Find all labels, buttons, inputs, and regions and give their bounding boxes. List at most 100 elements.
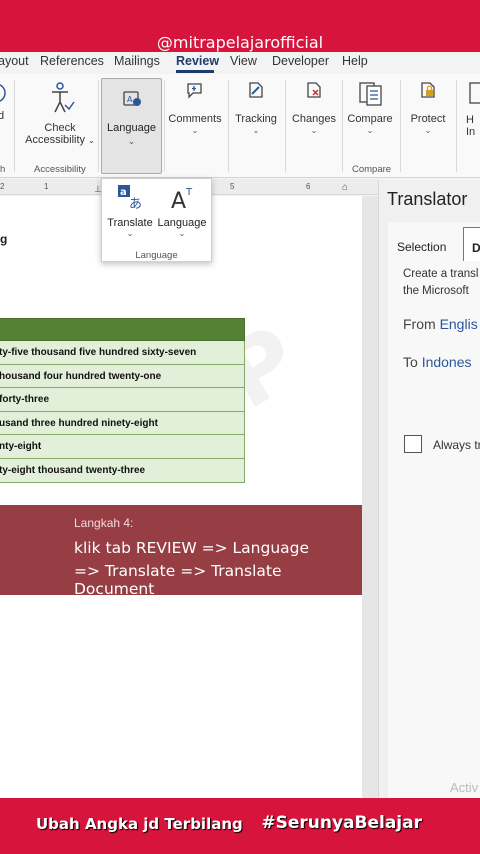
from-language-value[interactable]: Englis [440,316,478,332]
translator-title: Translator [387,189,468,209]
ribbon-separator [14,80,15,172]
ribbon-button-partial-left[interactable]: d [0,80,8,122]
table-row: housand four hundred twenty-one [0,364,245,389]
review-ribbon: d h Check Accessibility ⌄ Accessibility … [0,74,480,178]
ribbon-separator [98,80,99,172]
document-page[interactable]: g P ty-five thousand five hundred sixty-… [0,196,365,798]
tab-mailings[interactable]: Mailings [114,54,160,68]
compare-icon [359,82,382,106]
comments-button[interactable]: Comments ⌄ [166,80,224,135]
check-accessibility-button[interactable]: Check Accessibility ⌄ [22,80,98,146]
compare-label: Compare [347,113,393,125]
ruler-number: 1 [44,182,49,191]
top-overlay-bar: @mitrapelajarofficial [0,0,480,56]
to-label: To [403,354,418,370]
ribbon-separator [228,80,229,172]
language-menu-button[interactable]: A T Language ⌄ [156,183,208,238]
ribbon-separator [164,80,165,172]
group-label-accessibility: Accessibility [34,164,86,175]
lock-icon [421,82,435,98]
chevron-down-icon: ⌄ [366,126,374,135]
always-translate-checkbox[interactable] [404,435,422,453]
tracking-button[interactable]: Tracking ⌄ [230,80,282,135]
language-font-icon: A T [171,187,193,211]
partial-left-label: d [0,110,5,122]
reject-change-icon [307,82,321,98]
tab-references[interactable]: References [40,54,104,68]
ribbon-button-partial-right[interactable]: H In [466,80,480,138]
activate-watermark: Activ [450,780,479,795]
chevron-down-icon: ⌄ [252,126,260,135]
language-dropdown: a あ Translate ⌄ A T Language ⌄ Language [101,178,212,262]
track-changes-icon [249,82,263,98]
protect-label: Protect [410,113,446,125]
chevron-down-icon: ⌄ [127,136,136,146]
ruler-number: 2 [0,182,5,191]
bottom-overlay-bar: Ubah Angka jd Terbilang #SerunyaBelajar [0,798,480,854]
chevron-down-icon: ⌄ [191,126,199,135]
changes-button[interactable]: Changes ⌄ [288,80,340,135]
document-heading: g [0,232,8,246]
tab-developer[interactable]: Developer [272,54,329,68]
tab-help[interactable]: Help [342,54,368,68]
language-menu-label: Language [157,217,207,229]
comments-label: Comments [168,113,222,125]
menu-tab-bar: ayout References Mailings Review View De… [0,52,480,74]
to-language-field[interactable]: To Indones [403,354,472,370]
creator-handle: @mitrapelajarofficial [156,33,324,52]
number-table: ty-five thousand five hundred sixty-seve… [0,318,245,483]
group-label-compare: Compare [352,164,392,175]
protect-button[interactable]: Protect ⌄ [404,80,452,135]
translator-description-line-2: the Microsoft [403,285,469,297]
partial-icon [0,84,6,102]
partial-right-label-2: In [466,126,476,138]
table-row: ty-eight thousand twenty-three [0,458,245,483]
check-accessibility-label-2: Accessibility [25,134,86,146]
table-row: ty-five thousand five hundred sixty-seve… [0,341,245,365]
active-tab-indicator [176,70,214,73]
from-language-field[interactable]: From Englis [403,316,478,332]
translate-label: Translate [107,217,153,229]
hashtag: #SerunyaBelajar [261,813,422,833]
ribbon-separator [400,80,401,172]
ribbon-separator [285,80,286,172]
ribbon-separator [342,80,343,172]
translate-button[interactable]: a あ Translate ⌄ [104,183,156,238]
chevron-down-icon: ⌄ [310,126,318,135]
svg-text:T: T [185,187,193,198]
language-button-label: Language [107,122,156,134]
comment-icon [187,83,202,99]
compare-button[interactable]: Compare ⌄ [344,80,396,135]
language-icon: A [123,91,141,106]
chevron-down-icon: ⌄ [126,229,134,238]
chevron-down-icon: ⌄ [178,229,186,238]
tab-selection[interactable]: Selection [397,240,446,254]
tab-document[interactable]: D [463,227,480,261]
table-row: nty-eight [0,435,245,459]
caption-line-2: => Translate => Translate Document [74,562,282,598]
caption-step: Langkah 4: [74,516,134,530]
changes-label: Changes [291,113,337,125]
language-button[interactable]: A Language ⌄ [101,78,162,174]
tab-review[interactable]: Review [176,54,219,68]
partial-right-label-1: H [466,114,474,126]
check-accessibility-label-1: Check [44,122,76,134]
video-subtitle: Ubah Angka jd Terbilang [36,815,243,833]
translator-pane: Translator Selection D Create a transl t… [378,180,480,798]
accessibility-icon [52,82,75,113]
tab-layout[interactable]: ayout [0,54,29,68]
tutorial-caption: Langkah 4: klik tab REVIEW => Language =… [0,505,365,598]
table-row: forty-three [0,388,245,412]
ribbon-separator [456,80,457,172]
tab-view[interactable]: View [230,54,257,68]
partial-icon [469,82,480,104]
translate-icon: a あ [118,185,142,211]
svg-text:あ: あ [129,197,142,211]
from-label: From [403,316,436,332]
svg-text:A: A [171,189,186,211]
table-row: usand three hundred ninety-eight [0,411,245,436]
caption-line-1: klik tab REVIEW => Language [74,539,310,557]
indent-marker[interactable]: ⌂ [342,182,348,193]
svg-text:a: a [120,187,127,198]
to-language-value[interactable]: Indones [422,354,472,370]
